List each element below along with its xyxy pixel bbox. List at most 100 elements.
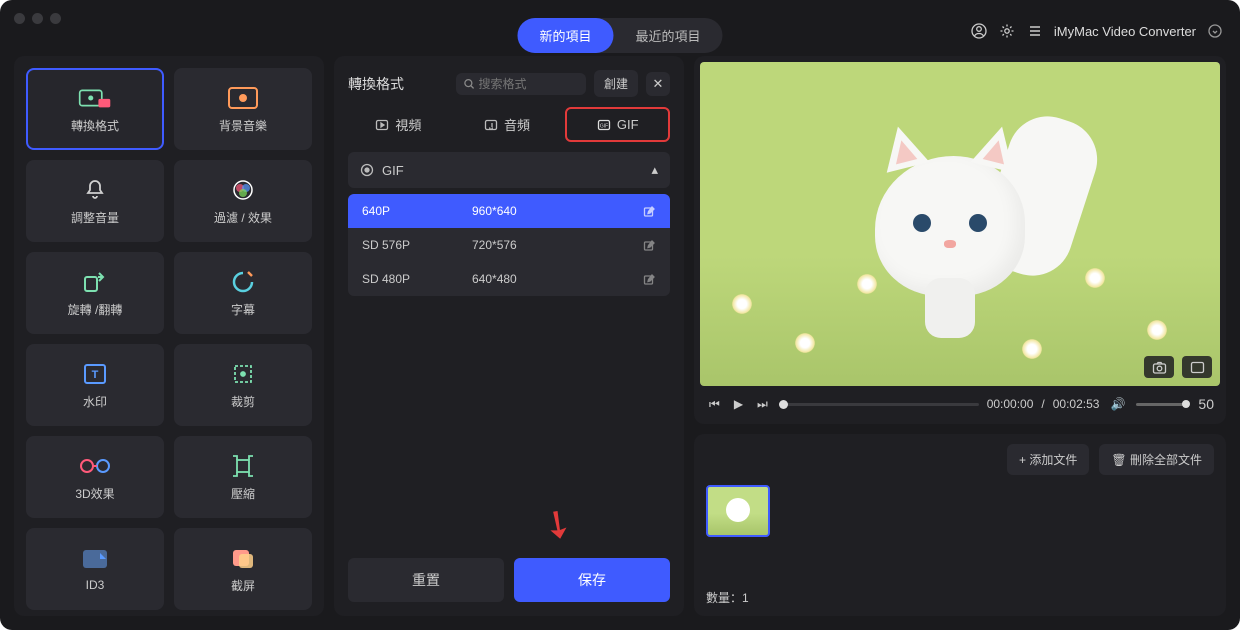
format-panel: 轉換格式 創建 ✕ 視頻 音頻 GIF GIF — [334, 56, 684, 616]
search-input[interactable] — [478, 77, 578, 91]
sidebar-item-watermark[interactable]: T 水印 — [26, 344, 164, 426]
sidebar-item-subtitle[interactable]: 字幕 — [174, 252, 312, 334]
project-tabs: 新的項目 最近的項目 — [517, 18, 722, 53]
sidebar-item-convert[interactable]: 轉換格式 — [26, 68, 164, 150]
glasses-icon — [78, 453, 112, 479]
format-section-header[interactable]: GIF ▴ — [348, 152, 670, 188]
volume-icon[interactable]: 🔊 — [1107, 397, 1128, 411]
rotate-icon — [78, 269, 112, 295]
sidebar-item-label: 轉換格式 — [71, 117, 119, 134]
gif-section-icon — [360, 163, 374, 177]
fullscreen-button[interactable] — [1182, 356, 1212, 378]
music-icon — [226, 85, 260, 111]
file-count: 數量：1 — [706, 581, 1214, 606]
add-file-button[interactable]: + 添加文件 — [1007, 444, 1089, 475]
format-tab-audio[interactable]: 音頻 — [457, 107, 558, 142]
edit-row-icon[interactable] — [643, 239, 656, 252]
volume-slider[interactable] — [1136, 403, 1186, 406]
close-panel-button[interactable]: ✕ — [646, 72, 670, 96]
play-button[interactable]: ▶ — [731, 397, 746, 411]
create-button[interactable]: 創建 — [594, 70, 638, 97]
next-button[interactable]: ⏭ — [754, 397, 771, 412]
menu-icon[interactable] — [1026, 22, 1044, 40]
svg-text:GIF: GIF — [600, 123, 608, 129]
video-canvas[interactable] — [700, 62, 1220, 386]
row-name: SD 576P — [362, 238, 462, 252]
gif-icon: GIF — [597, 118, 611, 132]
file-list-panel: + 添加文件 🗑 刪除全部文件 數量：1 — [694, 434, 1226, 616]
format-row[interactable]: 640P 960*640 — [348, 194, 670, 228]
row-resolution: 640*480 — [472, 272, 633, 286]
sidebar-item-label: 水印 — [83, 393, 107, 410]
compress-icon — [226, 453, 260, 479]
audio-icon — [484, 118, 498, 132]
format-tab-label: 視頻 — [395, 115, 421, 134]
panel-title: 轉換格式 — [348, 74, 448, 94]
id3-icon — [78, 546, 112, 572]
file-thumbnail[interactable] — [706, 485, 770, 537]
screenshot-icon — [226, 545, 260, 571]
account-icon[interactable] — [970, 22, 988, 40]
arrow-annotation: ➘ — [532, 497, 584, 552]
sidebar-item-volume[interactable]: 調整音量 — [26, 160, 164, 242]
sidebar-item-compress[interactable]: 壓縮 — [174, 436, 312, 518]
sidebar-item-label: 調整音量 — [71, 209, 119, 226]
volume-value: 50 — [1198, 396, 1214, 412]
settings-icon[interactable] — [998, 22, 1016, 40]
crop-icon — [226, 361, 260, 387]
clear-files-button[interactable]: 🗑 刪除全部文件 — [1099, 444, 1214, 475]
filter-icon — [226, 177, 260, 203]
sidebar-item-label: 字幕 — [231, 301, 255, 318]
prev-button[interactable]: ⏮ — [706, 397, 723, 412]
search-box[interactable] — [456, 73, 586, 95]
sidebar-item-label: 背景音樂 — [219, 117, 267, 134]
sidebar-item-crop[interactable]: 裁剪 — [174, 344, 312, 426]
format-row[interactable]: SD 576P 720*576 — [348, 228, 670, 262]
tab-recent-project[interactable]: 最近的項目 — [614, 18, 723, 53]
sidebar-item-id3[interactable]: ID3 — [26, 528, 164, 610]
svg-text:T: T — [92, 369, 99, 381]
row-resolution: 720*576 — [472, 238, 633, 252]
subtitle-icon — [226, 269, 260, 295]
preview-panel: ⏮ ▶ ⏭ 00:00:00 / 00:02:53 🔊 50 — [694, 56, 1226, 424]
expand-icon[interactable] — [1206, 22, 1224, 40]
video-icon — [375, 118, 389, 132]
reset-button[interactable]: 重置 — [348, 558, 504, 602]
sidebar-item-filter[interactable]: 過濾 / 效果 — [174, 160, 312, 242]
edit-row-icon[interactable] — [643, 205, 656, 218]
sidebar-item-label: 過濾 / 效果 — [214, 209, 272, 226]
format-tab-video[interactable]: 視頻 — [348, 107, 449, 142]
row-name: SD 480P — [362, 272, 462, 286]
save-button[interactable]: 保存 — [514, 558, 670, 602]
window-controls[interactable] — [14, 13, 61, 24]
edit-row-icon[interactable] — [643, 273, 656, 286]
sidebar-item-label: 裁剪 — [231, 393, 255, 410]
tab-new-project[interactable]: 新的項目 — [517, 18, 613, 53]
search-icon — [464, 78, 474, 90]
time-sep: / — [1041, 397, 1044, 411]
sidebar-item-label: 旋轉 /翻轉 — [68, 301, 123, 318]
format-tab-label: GIF — [617, 117, 639, 132]
sidebar-item-label: 壓縮 — [231, 485, 255, 502]
sidebar-item-label: 截屏 — [231, 577, 255, 594]
format-tab-label: 音頻 — [504, 115, 530, 134]
tool-sidebar: 轉換格式 背景音樂 調整音量 過濾 / 效果 旋轉 /翻轉 — [14, 56, 324, 616]
format-tab-gif[interactable]: GIF GIF — [565, 107, 670, 142]
time-current: 00:00:00 — [987, 397, 1034, 411]
format-row[interactable]: SD 480P 640*480 — [348, 262, 670, 296]
sidebar-item-screenshot[interactable]: 截屏 — [174, 528, 312, 610]
sidebar-item-3d[interactable]: 3D效果 — [26, 436, 164, 518]
sidebar-item-label: 3D效果 — [75, 485, 114, 502]
sidebar-item-rotate[interactable]: 旋轉 /翻轉 — [26, 252, 164, 334]
snapshot-button[interactable] — [1144, 356, 1174, 378]
row-resolution: 960*640 — [472, 204, 633, 218]
app-title: iMyMac Video Converter — [1054, 24, 1196, 39]
bell-icon — [78, 177, 112, 203]
row-name: 640P — [362, 204, 462, 218]
chevron-up-icon: ▴ — [651, 162, 658, 178]
watermark-icon: T — [78, 361, 112, 387]
sidebar-item-bgm[interactable]: 背景音樂 — [174, 68, 312, 150]
seek-bar[interactable] — [779, 403, 979, 406]
sidebar-item-label: ID3 — [86, 578, 105, 592]
time-total: 00:02:53 — [1053, 397, 1100, 411]
